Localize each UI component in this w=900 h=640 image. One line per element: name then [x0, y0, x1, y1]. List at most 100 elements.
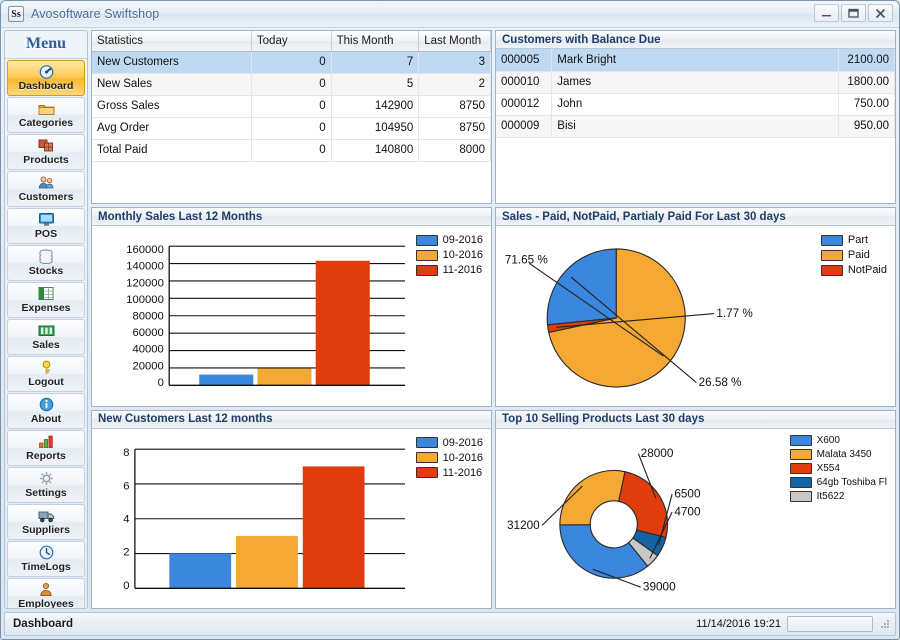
legend-label: 10-2016 [442, 451, 483, 464]
column-header-statistics[interactable]: Statistics [92, 31, 252, 52]
sidebar-item-products[interactable]: Products [7, 134, 85, 170]
legend-item[interactable]: Malata 3450 [789, 448, 887, 460]
sidebar-item-suppliers[interactable]: Suppliers [7, 504, 85, 540]
legend-label: 64gb Toshiba Fl [816, 476, 887, 488]
sidebar-item-list: Dashboard Categories Products Customers … [5, 59, 87, 608]
legend-item[interactable]: X600 [789, 434, 887, 446]
legend-item[interactable]: 11-2016 [415, 467, 483, 479]
svg-text:0: 0 [158, 377, 164, 389]
sidebar-item-about[interactable]: About [7, 393, 85, 429]
sidebar-title: Menu [5, 31, 87, 59]
stat-today: 0 [251, 139, 332, 162]
legend-item[interactable]: 09-2016 [415, 234, 483, 246]
table-row[interactable]: 000005 Mark Bright 2100.00 [496, 49, 895, 72]
legend-label: Paid [847, 249, 870, 261]
resize-grip-icon[interactable] [879, 618, 891, 630]
legend-label: It5622 [816, 490, 845, 502]
legend-label: X600 [816, 434, 840, 446]
balance-due-body[interactable]: 000005 Mark Bright 2100.00 000010 James … [496, 49, 895, 203]
sales-paid-chart[interactable]: 71.65 % 1.77 % 26.58 % [496, 226, 819, 406]
stat-last-month: 8750 [418, 117, 491, 140]
close-button[interactable] [868, 4, 893, 22]
monthly-sales-panel: Monthly Sales Last 12 Months 0 20000 400… [91, 207, 492, 407]
customer-id: 000009 [496, 115, 553, 138]
legend-item[interactable]: 10-2016 [415, 249, 483, 261]
sidebar-item-customers[interactable]: Customers [7, 171, 85, 207]
sidebar-item-reports[interactable]: Reports [7, 430, 85, 466]
svg-text:40000: 40000 [133, 344, 164, 356]
sidebar-item-label: Customers [18, 191, 74, 203]
customer-name: Mark Bright [551, 49, 840, 72]
legend-item[interactable]: 09-2016 [415, 437, 483, 449]
legend-item[interactable]: Paid [820, 249, 887, 261]
sidebar-item-pos[interactable]: POS [7, 208, 85, 244]
minimize-button[interactable] [814, 4, 839, 22]
sidebar-item-label: Logout [28, 376, 64, 388]
legend-item[interactable]: It5622 [789, 490, 887, 502]
application-window: Ss Avosoftware Swiftshop Menu Dashboard … [0, 0, 900, 640]
column-header-this-month[interactable]: This Month [331, 31, 420, 52]
stat-this-month: 7 [331, 51, 420, 74]
sidebar-item-stocks[interactable]: Stocks [7, 245, 85, 281]
legend-item[interactable]: NotPaid [820, 264, 887, 276]
svg-text:39000: 39000 [643, 580, 676, 593]
balance-due-title: Customers with Balance Due [496, 31, 895, 49]
legend-label: Part [847, 234, 869, 246]
svg-text:20000: 20000 [133, 360, 164, 372]
statistics-grid-wrap[interactable]: Statistics Today This Month Last Month N… [91, 30, 492, 204]
top-products-svg: 28000 6500 4700 39000 31200 [507, 447, 701, 594]
legend-label: Malata 3450 [816, 448, 872, 460]
sidebar-item-label: Suppliers [22, 524, 70, 536]
top-products-pane: Top 10 Selling Products Last 30 days 280… [495, 409, 896, 609]
title-bar: Ss Avosoftware Swiftshop [1, 1, 899, 28]
sidebar-item-label: Stocks [28, 265, 64, 277]
sidebar-item-logout[interactable]: Logout [7, 356, 85, 392]
sales-paid-legend: Part Paid NotPaid [819, 226, 895, 406]
legend-item[interactable]: 64gb Toshiba Fl [789, 476, 887, 488]
app-logo-icon: Ss [8, 6, 24, 22]
column-header-last-month[interactable]: Last Month [418, 31, 491, 52]
stat-today: 0 [251, 73, 332, 96]
maximize-button[interactable] [841, 4, 866, 22]
window-title: Avosoftware Swiftshop [31, 7, 160, 21]
sidebar-item-dashboard[interactable]: Dashboard [7, 60, 85, 96]
table-row[interactable]: 000012 John 750.00 [496, 93, 895, 116]
table-row[interactable]: 000010 James 1800.00 [496, 71, 895, 94]
table-row[interactable]: New Customers 0 7 3 [92, 51, 491, 74]
svg-text:4700: 4700 [674, 505, 701, 518]
column-header-today[interactable]: Today [251, 31, 332, 52]
people-icon [38, 175, 55, 190]
top-products-chart[interactable]: 28000 6500 4700 39000 31200 [496, 429, 788, 609]
table-row[interactable]: Total Paid 0 140800 8000 [92, 139, 491, 162]
badge-person-icon [39, 582, 53, 597]
stat-name: Total Paid [92, 139, 252, 162]
legend-swatch-red [415, 467, 438, 478]
legend-item[interactable]: Part [820, 234, 887, 246]
legend-label: 11-2016 [442, 264, 483, 276]
legend-item[interactable]: 11-2016 [415, 264, 483, 276]
table-row[interactable]: Avg Order 0 104950 8750 [92, 117, 491, 140]
stat-today: 0 [251, 95, 332, 118]
legend-swatch-red [415, 264, 438, 276]
table-row[interactable]: 000009 Bisi 950.00 [496, 115, 895, 138]
monthly-sales-chart[interactable]: 0 20000 40000 60000 80000 100000 120000 140000 1… [92, 226, 414, 406]
stat-this-month: 140800 [331, 139, 420, 162]
table-row[interactable]: Gross Sales 0 142900 8750 [92, 95, 491, 118]
sidebar-item-employees[interactable]: Employees [7, 578, 85, 608]
monthly-sales-legend: 09-2016 10-2016 11-2016 [414, 226, 491, 406]
legend-item[interactable]: 10-2016 [415, 451, 483, 464]
sidebar-item-expenses[interactable]: Expenses [7, 282, 85, 318]
new-customers-panel: New Customers Last 12 months 0 2 4 6 8 0… [91, 409, 492, 609]
table-row[interactable]: New Sales 0 5 2 [92, 73, 491, 96]
legend-item[interactable]: X554 [789, 462, 887, 474]
legend-swatch-blue [789, 434, 812, 446]
svg-text:100000: 100000 [126, 294, 164, 306]
sidebar-item-sales[interactable]: Sales [7, 319, 85, 355]
sidebar-item-categories[interactable]: Categories [7, 97, 85, 133]
svg-text:140000: 140000 [126, 261, 164, 273]
legend-label: X554 [816, 462, 840, 474]
customer-name: John [551, 93, 840, 116]
sidebar-item-timelogs[interactable]: TimeLogs [7, 541, 85, 577]
new-customers-chart[interactable]: 0 2 4 6 8 [92, 429, 414, 609]
sidebar-item-settings[interactable]: Settings [7, 467, 85, 503]
